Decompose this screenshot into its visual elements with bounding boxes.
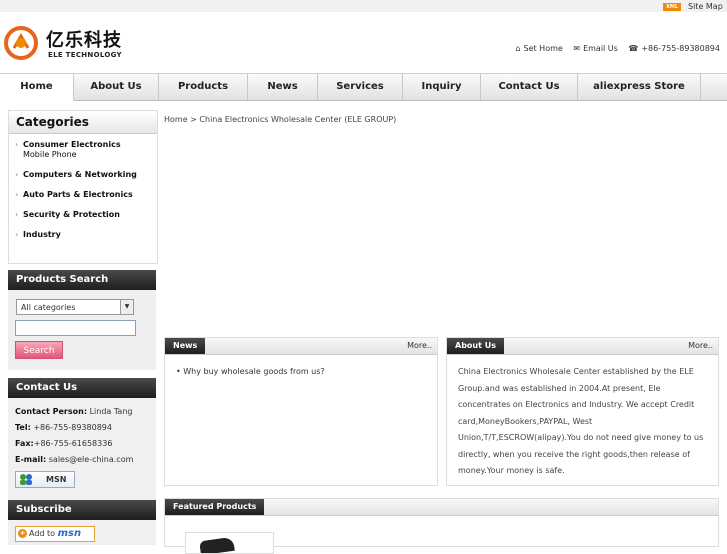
news-more-link[interactable]: More.. [407,338,432,354]
phone-number: +86-755-89380894 [641,44,720,53]
news-item-link[interactable]: Why buy wholesale goods from us? [183,367,324,376]
fax-value: +86-755-61658336 [33,439,113,448]
msn-icon [20,474,32,485]
tel-value: +86-755-89380894 [33,423,112,432]
breadcrumb[interactable]: Home > China Electronics Wholesale Cente… [164,115,396,124]
category-select[interactable]: All categories ▼ [16,299,134,315]
about-text: China Electronics Wholesale Center estab… [458,367,704,475]
mail-icon: ✉ [573,44,581,53]
email-us-link[interactable]: Email Us [583,44,618,53]
category-item[interactable]: Computers & Networking [15,170,157,180]
tel-label: Tel: [15,423,31,432]
main-nav: Home About Us Products News Services Inq… [0,73,727,101]
contact-person-row: Contact Person: Linda Tang [15,404,156,420]
msn-label: MSN [46,475,67,484]
nav-home[interactable]: Home [0,74,74,101]
product-image [199,536,235,553]
contact-person: Linda Tang [89,407,133,416]
news-panel: News More.. • Why buy wholesale goods fr… [164,337,438,486]
header: 亿乐科技 ELE TECHNOLOGY ⌂ Set Home ✉ Email Us … [0,12,727,72]
fax-label: Fax: [15,439,34,448]
featured-products-panel: Featured Products [164,498,719,554]
category-item[interactable]: Security & Protection [15,210,157,220]
top-bar: XML Site Map [0,0,727,12]
category-item[interactable]: Auto Parts & Electronics [15,190,157,200]
news-item[interactable]: • Why buy wholesale goods from us? [176,367,325,376]
tel-row: Tel: +86-755-89380894 [15,420,156,436]
header-links: ⌂ Set Home ✉ Email Us ☎ +86-755-89380894 [507,44,720,53]
subscribe-title: Subscribe [8,500,156,520]
product-thumbnail[interactable] [185,532,274,554]
search-button[interactable]: Search [15,341,63,359]
email-value[interactable]: sales@ele-china.com [49,455,134,464]
logo-text-cn[interactable]: 亿乐科技 [46,26,122,52]
category-consumer-electronics[interactable]: Consumer Electronics [23,140,121,149]
category-item[interactable]: Consumer ElectronicsMobile Phone [15,140,157,160]
products-search-box: Products Search All categories ▼ Search [8,270,156,370]
msn-logo-text: msn [57,528,82,539]
contact-title: Contact Us [8,378,156,398]
set-home-link[interactable]: Set Home [524,44,563,53]
about-tab[interactable]: About Us [447,338,504,354]
products-search-title: Products Search [8,270,156,290]
featured-products-tab[interactable]: Featured Products [165,499,265,515]
subcategory-mobile-phone[interactable]: Mobile Phone [23,150,157,160]
msn-button[interactable]: MSN [15,471,75,488]
news-tab[interactable]: News [165,338,206,354]
category-select-value: All categories [21,303,76,312]
email-row: E-mail: sales@ele-china.com [15,452,156,468]
sitemap-link[interactable]: Site Map [688,2,723,11]
plus-icon: + [18,529,27,538]
chevron-down-icon[interactable]: ▼ [120,300,133,314]
categories-title: Categories [9,111,157,134]
phone-icon: ☎ [628,44,639,53]
contact-person-label: Contact Person: [15,407,88,416]
nav-services[interactable]: Services [318,74,403,100]
contact-box: Contact Us Contact Person: Linda Tang Te… [8,378,156,502]
logo-text-en[interactable]: ELE TECHNOLOGY [48,51,122,59]
email-label: E-mail: [15,455,47,464]
add-to-msn-button[interactable]: + Add to msn [15,526,95,542]
home-icon: ⌂ [515,44,521,53]
nav-contact-us[interactable]: Contact Us [481,74,578,100]
nav-aliexpress-store[interactable]: aliexpress Store [578,74,701,100]
fax-row: Fax:+86-755-61658336 [15,436,156,452]
logo-icon[interactable] [4,26,38,60]
nav-news[interactable]: News [248,74,318,100]
about-more-link[interactable]: More.. [688,338,713,354]
category-item[interactable]: Industry [15,230,157,240]
nav-inquiry[interactable]: Inquiry [403,74,481,100]
nav-about-us[interactable]: About Us [74,74,159,100]
add-to-label: Add to [29,529,56,538]
search-input[interactable] [15,320,136,336]
nav-products[interactable]: Products [159,74,248,100]
about-panel: About Us More.. China Electronics Wholes… [446,337,719,486]
xml-badge[interactable]: XML [663,3,681,11]
categories-box: Categories Consumer ElectronicsMobile Ph… [8,110,158,264]
subscribe-box: Subscribe + Add to msn [8,500,156,545]
